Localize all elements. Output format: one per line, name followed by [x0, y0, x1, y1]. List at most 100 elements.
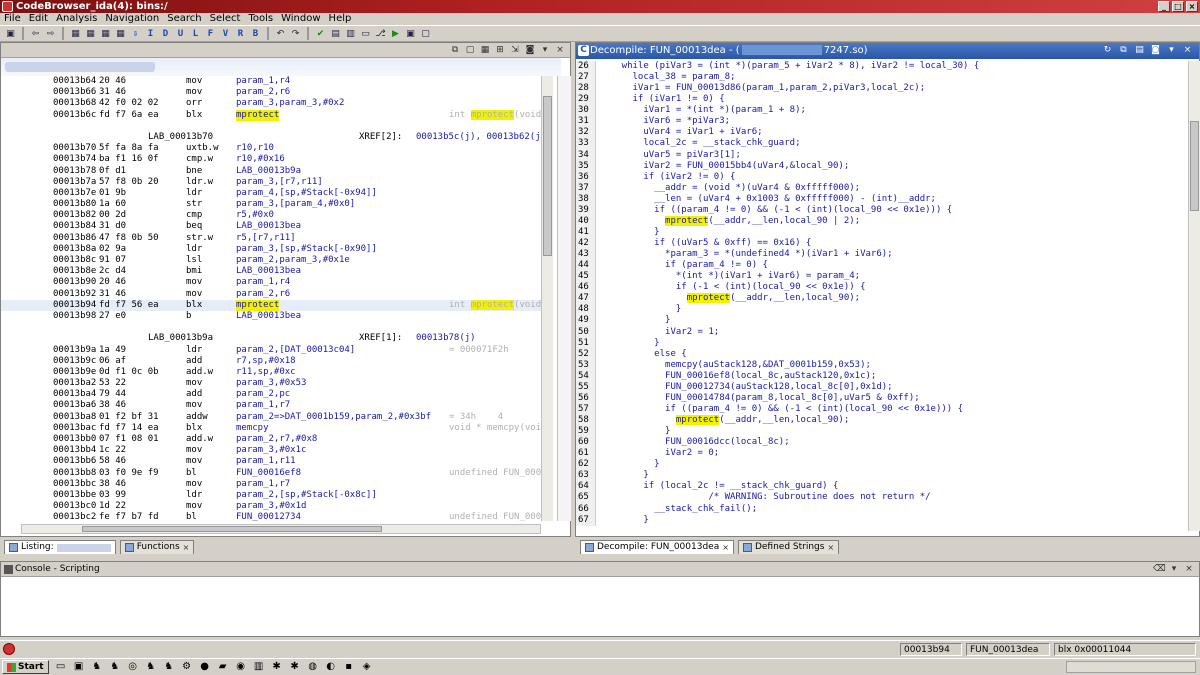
instruction-operands[interactable]: FUN_00016ef8: [236, 468, 301, 479]
listing-row[interactable]: 00013bb6 58 46 mov param_1,r11: [1, 456, 541, 467]
script-icon[interactable]: ▣: [404, 27, 417, 40]
code-line-text[interactable]: while (piVar3 = (int *)(param_5 + iVar2 …: [600, 61, 980, 72]
instruction-operands[interactable]: param_1,r7: [236, 400, 290, 411]
decompile-line[interactable]: 57 if ((param_4 != 0) && (-1 < (int)(loc…: [576, 403, 1188, 415]
console-output[interactable]: [1, 577, 1199, 637]
settings-icon[interactable]: ⚙: [181, 661, 193, 673]
listing-row[interactable]: 00013b9e 0d f1 0c 0b add.w r11,sp,#0xc: [1, 367, 541, 378]
instruction-mnemonic[interactable]: mov: [186, 456, 202, 467]
instruction-address[interactable]: 00013b9a: [53, 345, 96, 356]
refresh-icon[interactable]: ↻: [1102, 45, 1113, 56]
bytes-icon[interactable]: ▥: [344, 27, 357, 40]
decompile-line[interactable]: 53 memcpy(auStack128,&DAT_0001b159,0x53)…: [576, 359, 1188, 371]
instruction-mnemonic[interactable]: mov: [186, 501, 202, 512]
instruction-mnemonic[interactable]: uxtb.w: [186, 143, 219, 154]
decompile-line[interactable]: 62 }: [576, 459, 1188, 471]
decompile-line[interactable]: 29 if (iVar1 != 0) {: [576, 94, 1188, 106]
bug-icon[interactable]: ✱: [271, 661, 283, 673]
listing-row[interactable]: 00013b8e 2c d4 bmi LAB_00013bea: [1, 266, 541, 277]
navigate-icon[interactable]: ⇲: [509, 44, 521, 56]
instruction-address[interactable]: 00013bb6: [53, 456, 96, 467]
instruction-operands[interactable]: r11,sp,#0xc: [236, 367, 296, 378]
instruction-address[interactable]: 00013b7a: [53, 177, 96, 188]
decompile-line[interactable]: 41 }: [576, 226, 1188, 238]
listing-row[interactable]: 00013b8a 02 9a ldr param_3,[sp,#Stack[-0x90…: [1, 244, 541, 255]
instruction-address[interactable]: 00013b82: [53, 210, 96, 221]
code-line-text[interactable]: mprotect(__addr,__len,local_90);: [600, 415, 849, 426]
code-line-text[interactable]: local_2c = __stack_chk_guard;: [600, 138, 800, 149]
instruction-operands[interactable]: param_3,#0x53: [236, 378, 306, 389]
listing-row[interactable]: 00013b7e 01 9b ldr param_4,[sp,#Stack[-0x94…: [1, 188, 541, 199]
decompile-line[interactable]: 55 FUN_00012734(auStack128,local_8c[0],0…: [576, 381, 1188, 393]
decompile-line[interactable]: 34 uVar5 = piVar3[1];: [576, 149, 1188, 161]
menu-window[interactable]: Window: [281, 13, 320, 25]
instruction-address[interactable]: 00013b70: [53, 143, 96, 154]
instruction-operands[interactable]: param_2,r6: [236, 87, 290, 98]
token-highlight[interactable]: mprotect: [686, 293, 731, 304]
code-line-text[interactable]: *param_3 = *(undefined4 *)(iVar1 + iVar6…: [600, 249, 893, 260]
listing-row[interactable]: 00013bb0 07 f1 08 01 add.w param_2,r7,#0x8: [1, 434, 541, 445]
instruction-mnemonic[interactable]: ldr: [186, 490, 202, 501]
instruction-address[interactable]: 00013b86: [53, 233, 96, 244]
close-button[interactable]: ×: [1186, 1, 1198, 12]
decompile-line[interactable]: 32 uVar4 = iVar1 + iVar6;: [576, 127, 1188, 139]
instruction-mnemonic[interactable]: addw: [186, 412, 208, 423]
decompile-line[interactable]: 61 iVar2 = 0;: [576, 448, 1188, 460]
code-line-text[interactable]: FUN_00016ef8(local_8c,auStack120,0x1c);: [600, 371, 876, 382]
tab-defined-strings[interactable]: Defined Strings ×: [737, 540, 840, 554]
instruction-mnemonic[interactable]: cmp.w: [186, 154, 213, 165]
dragon-icon[interactable]: ♞: [163, 661, 175, 673]
listing-row[interactable]: 00013b94 fd f7 56 ea blx mprotect int mprote…: [1, 299, 541, 311]
instruction-operands[interactable]: r5,[r7,r11]: [236, 233, 296, 244]
panel-menu-icon[interactable]: ▾: [1168, 563, 1180, 575]
instruction-operands[interactable]: param_2,param_3,#0x1e: [236, 255, 350, 266]
listing-row[interactable]: [1, 121, 541, 132]
browser-icon[interactable]: ◉: [235, 661, 247, 673]
instruction-address[interactable]: 00013bb0: [53, 434, 96, 445]
code-line-text[interactable]: if ((param_4 != 0) && (-1 < (int)(local_…: [600, 404, 963, 415]
code-line-text[interactable]: }: [600, 515, 648, 526]
instruction-operands[interactable]: memcpy: [236, 423, 269, 434]
instruction-mnemonic[interactable]: ldr: [186, 188, 202, 199]
dragon-icon[interactable]: ♞: [91, 661, 103, 673]
code-line-text[interactable]: iVar6 = *piVar3;: [600, 116, 730, 127]
code-line-text[interactable]: FUN_00016dcc(local_8c);: [600, 437, 790, 448]
instruction-mnemonic[interactable]: mov: [186, 289, 202, 300]
listing-row[interactable]: 00013b92 31 46 mov param_2,r6: [1, 289, 541, 300]
decompile-line[interactable]: 59 }: [576, 426, 1188, 438]
instruction-mnemonic[interactable]: beq: [186, 221, 202, 232]
menu-help[interactable]: Help: [329, 13, 352, 25]
decompile-line[interactable]: 58 mprotect(__addr,__len,local_90);: [576, 415, 1188, 427]
instruction-address[interactable]: 00013bb8: [53, 468, 96, 479]
instruction-mnemonic[interactable]: ldr.w: [186, 177, 213, 188]
instruction-operands[interactable]: param_3,[param_4,#0x0]: [236, 199, 355, 210]
code-label[interactable]: LAB_00013b70: [148, 132, 213, 143]
instruction-address[interactable]: 00013b80: [53, 199, 96, 210]
code-line-text[interactable]: if ((uVar5 & 0xff) == 0x16) {: [600, 238, 811, 249]
instruction-address[interactable]: 00013b8e: [53, 266, 96, 277]
code-line-text[interactable]: }: [600, 338, 659, 349]
instruction-mnemonic[interactable]: mov: [186, 479, 202, 490]
close-icon[interactable]: ×: [827, 541, 834, 554]
instruction-mnemonic[interactable]: ldr: [186, 244, 202, 255]
listing-row[interactable]: 00013b64 20 46 mov param_1,r4: [1, 76, 541, 87]
nav-icon[interactable]: ▦: [69, 27, 82, 40]
decompile-line[interactable]: 37 __addr = (void *)(uVar4 & 0xfffff000)…: [576, 182, 1188, 194]
listing-row[interactable]: 00013ba2 53 22 mov param_3,#0x53: [1, 378, 541, 389]
decompile-line[interactable]: 49 }: [576, 315, 1188, 327]
toolbar-U-button[interactable]: U: [174, 27, 187, 40]
instruction-mnemonic[interactable]: mov: [186, 87, 202, 98]
code-line-text[interactable]: }: [600, 459, 659, 470]
instruction-operands[interactable]: LAB_00013b9a: [236, 166, 301, 177]
instruction-address[interactable]: 00013b9c: [53, 356, 96, 367]
decompile-line[interactable]: 36 if (iVar2 != 0) {: [576, 171, 1188, 183]
ghidra-icon[interactable]: ◈: [361, 661, 373, 673]
listing-row[interactable]: 00013b6c fd f7 6a ea blx mprotect int mprote…: [1, 109, 541, 121]
instruction-mnemonic[interactable]: bne: [186, 166, 202, 177]
instruction-operands[interactable]: param_3,param_3,#0x2: [236, 98, 344, 109]
code-line-text[interactable]: iVar1 = FUN_00013d86(param_1,param_2,piV…: [600, 83, 926, 94]
code-line-text[interactable]: iVar2 = 1;: [600, 327, 719, 338]
code-line-text[interactable]: else {: [600, 349, 687, 360]
decompile-line[interactable]: 52 else {: [576, 348, 1188, 360]
listing-code[interactable]: 00013b64 20 46 mov param_1,r4 00013b66 31 46 m…: [1, 76, 541, 521]
